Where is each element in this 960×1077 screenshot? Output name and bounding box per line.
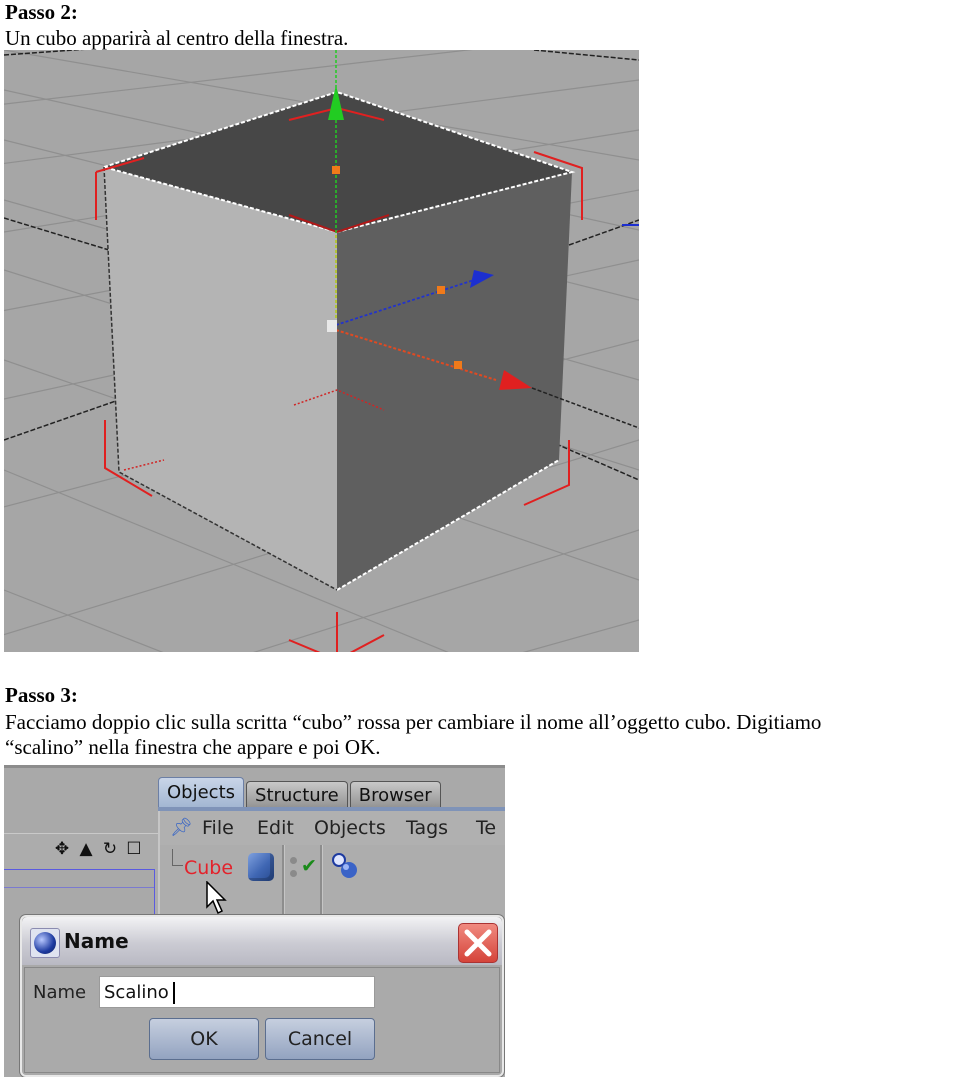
- 3d-viewport[interactable]: [4, 50, 639, 652]
- z-axis-handle: [437, 286, 445, 294]
- y-axis-handle: [332, 166, 340, 174]
- pin-icon[interactable]: 📌︎: [170, 817, 193, 838]
- move-icon[interactable]: ✥: [52, 839, 72, 859]
- step3-text-line2: “scalino” nella finestra che appare e po…: [5, 735, 381, 759]
- tree-connector: [172, 849, 183, 866]
- object-manager-menubar: 📌︎ File Edit Objects Tags Te: [158, 811, 505, 845]
- cancel-button[interactable]: Cancel: [265, 1018, 375, 1060]
- dialog-titlebar[interactable]: Name: [22, 917, 502, 965]
- rename-dialog: Name Name OK Cancel: [20, 915, 504, 1077]
- menu-file[interactable]: File: [202, 817, 234, 839]
- enabled-check-icon[interactable]: ✔: [301, 855, 317, 877]
- tab-structure[interactable]: Structure: [246, 781, 348, 810]
- world-axis-line: [4, 217, 110, 251]
- visibility-dots[interactable]: [290, 857, 297, 883]
- step3-heading: Passo 3:: [5, 683, 78, 707]
- name-field-label: Name: [33, 982, 87, 1003]
- top-border: [4, 765, 505, 768]
- viewport-divider: [4, 887, 154, 888]
- menu-tags[interactable]: Tags: [406, 817, 448, 839]
- step2-heading: Passo 2:: [5, 0, 78, 24]
- world-axis-line: [568, 219, 639, 246]
- object-name-cube[interactable]: Cube: [184, 857, 233, 879]
- cube-object-icon: [248, 853, 274, 881]
- c4d-screenshot: ✥ ▲ ↻ ☐ Objects Structure Browser 📌︎ Fil…: [4, 765, 505, 1077]
- manager-tabs: Objects Structure Browser: [158, 777, 443, 810]
- menu-edit[interactable]: Edit: [257, 817, 294, 839]
- viewport-tool-icons: ✥ ▲ ↻ ☐: [52, 839, 144, 859]
- maximize-icon[interactable]: ☐: [124, 839, 144, 859]
- tab-browser[interactable]: Browser: [349, 781, 441, 810]
- step3-text-line1: Facciamo doppio clic sulla scritta “cubo…: [5, 710, 822, 734]
- cube-right-face: [337, 172, 572, 590]
- menu-texture[interactable]: Te: [476, 817, 496, 839]
- rotate-icon[interactable]: ↻: [100, 839, 120, 859]
- mouse-cursor-icon: [206, 881, 227, 915]
- text-caret: [173, 982, 175, 1004]
- world-axis-line: [533, 50, 639, 61]
- name-input[interactable]: [99, 976, 375, 1008]
- dialog-title: Name: [64, 929, 129, 953]
- tab-objects[interactable]: Objects: [158, 777, 245, 810]
- object-origin: [327, 320, 337, 332]
- close-icon: [464, 929, 492, 957]
- scale-icon[interactable]: ▲: [76, 839, 96, 859]
- viewport-scene: [4, 50, 639, 652]
- ok-button[interactable]: OK: [149, 1018, 259, 1060]
- step2-text: Un cubo apparirà al centro della finestr…: [5, 26, 349, 50]
- menu-objects[interactable]: Objects: [314, 817, 386, 839]
- x-axis-handle: [454, 361, 462, 369]
- world-axis-line: [4, 50, 85, 56]
- close-button[interactable]: [458, 923, 498, 963]
- phong-tag-icon[interactable]: [330, 851, 360, 881]
- dialog-app-icon: [30, 928, 60, 958]
- dialog-body: Name OK Cancel: [24, 967, 500, 1073]
